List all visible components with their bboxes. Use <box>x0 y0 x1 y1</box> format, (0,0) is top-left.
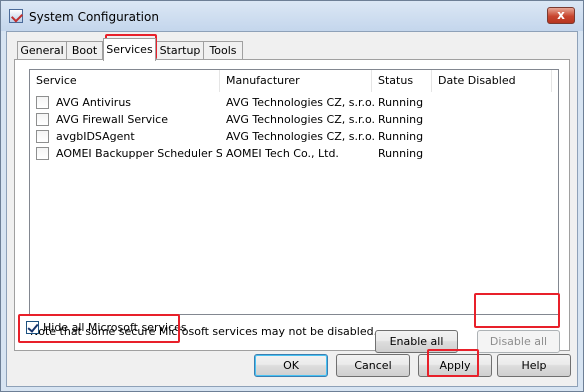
dialog-content: General Boot Services Startup Tools Serv… <box>6 31 578 387</box>
column-header-manufacturer[interactable]: Manufacturer <box>220 70 372 92</box>
service-status: Running <box>378 96 424 109</box>
service-checkbox[interactable] <box>36 96 49 109</box>
disable-all-button[interactable]: Disable all <box>477 330 560 353</box>
hide-microsoft-services-label: Hide all Microsoft services <box>43 321 187 334</box>
tab-general[interactable]: General <box>17 41 67 60</box>
service-status: Running <box>378 113 424 126</box>
table-row[interactable]: AOMEI Backupper Scheduler Ser... AOMEI T… <box>30 145 558 162</box>
window-title: System Configuration <box>29 10 159 24</box>
column-header-date-disabled[interactable]: Date Disabled <box>432 70 552 92</box>
tab-boot[interactable]: Boot <box>66 41 103 60</box>
tab-tools[interactable]: Tools <box>203 41 243 60</box>
apply-button[interactable]: Apply <box>418 354 492 377</box>
table-row[interactable]: AVG Antivirus AVG Technologies CZ, s.r.o… <box>30 94 558 111</box>
services-panel: Service Manufacturer Status Date Disable… <box>14 59 570 353</box>
services-list[interactable]: Service Manufacturer Status Date Disable… <box>29 69 559 315</box>
service-status: Running <box>378 130 424 143</box>
ok-button[interactable]: OK <box>254 354 328 377</box>
help-button[interactable]: Help <box>497 354 571 377</box>
tab-startup[interactable]: Startup <box>156 41 204 60</box>
service-manufacturer: AOMEI Tech Co., Ltd. <box>226 147 339 160</box>
service-name: avgbIDSAgent <box>56 130 135 143</box>
msconfig-app-icon <box>9 9 23 23</box>
service-checkbox[interactable] <box>36 130 49 143</box>
services-list-header: Service Manufacturer Status Date Disable… <box>30 70 558 92</box>
system-configuration-window: System Configuration x General Boot Serv… <box>0 0 584 392</box>
table-row[interactable]: avgbIDSAgent AVG Technologies CZ, s.r.o.… <box>30 128 558 145</box>
title-bar[interactable]: System Configuration x <box>1 1 583 31</box>
service-manufacturer: AVG Technologies CZ, s.r.o. <box>226 130 374 143</box>
service-name: AVG Firewall Service <box>56 113 168 126</box>
checkbox-checked-icon[interactable] <box>26 321 39 334</box>
column-header-status[interactable]: Status <box>372 70 432 92</box>
table-row[interactable]: AVG Firewall Service AVG Technologies CZ… <box>30 111 558 128</box>
service-name: AVG Antivirus <box>56 96 132 109</box>
enable-all-button[interactable]: Enable all <box>375 330 458 353</box>
service-checkbox[interactable] <box>36 113 49 126</box>
service-status: Running <box>378 147 424 160</box>
tab-services[interactable]: Services <box>103 38 156 61</box>
cancel-button[interactable]: Cancel <box>336 354 410 377</box>
service-checkbox[interactable] <box>36 147 49 160</box>
close-button[interactable]: x <box>547 7 575 24</box>
column-header-service[interactable]: Service <box>30 70 220 92</box>
service-name: AOMEI Backupper Scheduler Ser... <box>56 147 222 160</box>
service-manufacturer: AVG Technologies CZ, s.r.o. <box>226 96 374 109</box>
service-manufacturer: AVG Technologies CZ, s.r.o. <box>226 113 374 126</box>
